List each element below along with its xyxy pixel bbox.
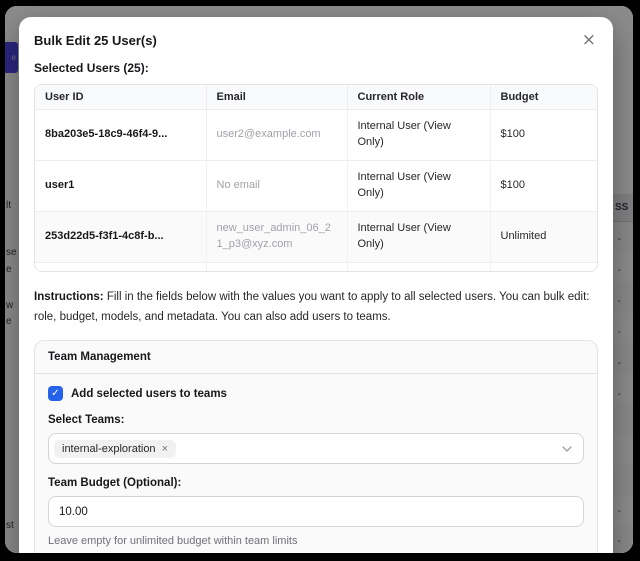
table-row: 8ba203e5-18c9-46f4-9... user2@example.co… (35, 110, 597, 161)
team-management-section: Team Management ✓ Add selected users to … (34, 340, 598, 553)
cell-role: Internal User (View Only) (347, 110, 490, 161)
instructions-text: Instructions: Fill in the fields below w… (34, 287, 598, 327)
select-teams-dropdown[interactable]: internal-exploration × (48, 433, 584, 464)
team-budget-input[interactable] (48, 496, 584, 527)
cell-budget: $100 (490, 110, 597, 161)
remove-team-icon[interactable]: × (162, 443, 168, 455)
column-header-user-id: User ID (35, 85, 206, 110)
modal-header: Bulk Edit 25 User(s) × (34, 33, 598, 48)
cell-user-id: user1 (35, 160, 206, 211)
selected-users-heading: Selected Users (25): (34, 61, 598, 75)
column-header-budget: Budget (490, 85, 597, 110)
table-row: 5dbd2335-cdd6-47ca-b... inter Internal U… (35, 262, 597, 272)
table-header-row: User ID Email Current Role Budget (35, 85, 597, 110)
table-row: user1 No email Internal User (View Only)… (35, 160, 597, 211)
selected-users-table[interactable]: User ID Email Current Role Budget 8ba203… (34, 84, 598, 272)
screen: e lt se e w e st SS - - - - - - - - Bulk… (5, 6, 633, 553)
chevron-down-icon (561, 445, 573, 453)
cell-budget: $100 (490, 160, 597, 211)
cell-email: No email (206, 160, 347, 211)
cell-email: inter (206, 262, 347, 272)
table-row: 253d22d5-f3f1-4c8f-b... new_user_admin_0… (35, 211, 597, 262)
cell-user-id: 253d22d5-f3f1-4c8f-b... (35, 211, 206, 262)
checkbox-checked-icon[interactable]: ✓ (48, 386, 63, 401)
cell-email: new_user_admin_06_21_p3@xyz.com (206, 211, 347, 262)
team-management-body: ✓ Add selected users to teams Select Tea… (35, 374, 597, 553)
column-header-email: Email (206, 85, 347, 110)
add-users-to-teams-checkbox-row[interactable]: ✓ Add selected users to teams (48, 386, 584, 401)
selected-team-chip-label: internal-exploration (62, 443, 156, 455)
cell-role: Internal User (View Only) (347, 211, 490, 262)
close-icon[interactable]: × (580, 33, 598, 47)
selected-team-chip: internal-exploration × (54, 440, 176, 458)
bulk-edit-users-modal: Bulk Edit 25 User(s) × Selected Users (2… (19, 17, 613, 553)
budget-helper-text: Leave empty for unlimited budget within … (48, 535, 584, 547)
team-management-heading: Team Management (35, 341, 597, 374)
instructions-label: Instructions: (34, 291, 104, 303)
cell-budget: Unlimited (490, 262, 597, 272)
column-header-current-role: Current Role (347, 85, 490, 110)
cell-role: Internal User (View Only) (347, 160, 490, 211)
cell-email: user2@example.com (206, 110, 347, 161)
select-teams-label: Select Teams: (48, 414, 584, 426)
cell-user-id: 5dbd2335-cdd6-47ca-b... (35, 262, 206, 272)
team-budget-label: Team Budget (Optional): (48, 477, 584, 489)
cell-user-id: 8ba203e5-18c9-46f4-9... (35, 110, 206, 161)
cell-role: Internal User (View Only) (347, 262, 490, 272)
checkbox-label: Add selected users to teams (71, 388, 227, 400)
cell-budget: Unlimited (490, 211, 597, 262)
modal-title: Bulk Edit 25 User(s) (34, 33, 157, 48)
